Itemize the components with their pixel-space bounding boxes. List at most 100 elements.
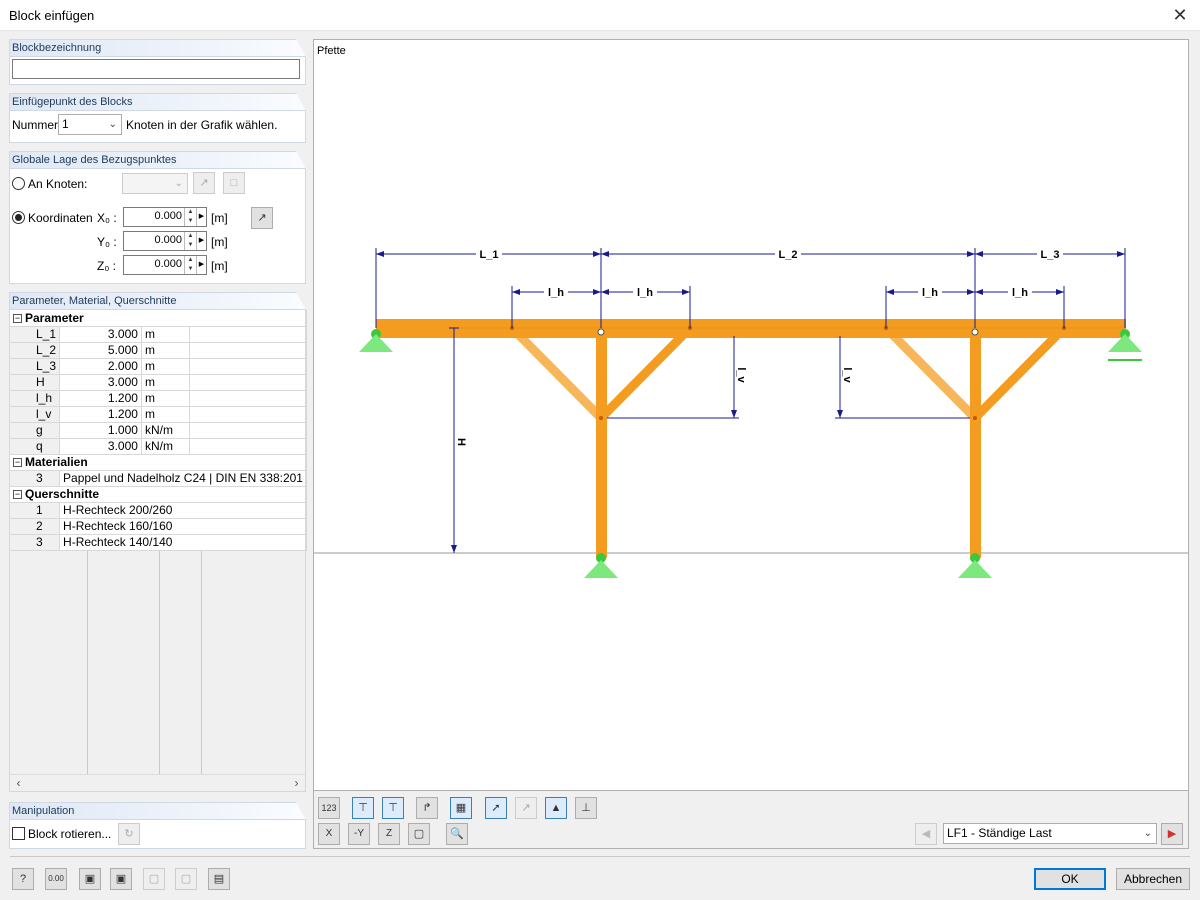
close-icon[interactable]: ✕ (1160, 0, 1200, 31)
zoom-all-icon[interactable]: 🔍 (446, 823, 468, 845)
dimension-icon[interactable]: ⊥ (575, 797, 597, 819)
param-value[interactable]: 3.000 (59, 326, 142, 343)
params-scrollbar[interactable]: ‹ › (10, 774, 305, 791)
table-row[interactable]: q 3.000 kN/m (10, 438, 307, 455)
paste-icon[interactable]: ▢ (175, 868, 197, 890)
table-row[interactable]: l_v 1.200 m (10, 406, 307, 423)
render-icon[interactable]: ▦ (450, 797, 472, 819)
pick-node-icon[interactable]: ↗ (193, 172, 215, 194)
scroll-right-icon[interactable]: › (288, 775, 305, 792)
x-input[interactable]: 0.000 ▲ ▼ ▶ (123, 207, 207, 227)
param-extra[interactable] (189, 406, 307, 423)
cancel-button[interactable]: Abbrechen (1116, 868, 1190, 890)
view-iso-icon[interactable]: ▢ (408, 823, 430, 845)
param-value[interactable]: 3.000 (59, 374, 142, 391)
param-value[interactable]: 2.000 (59, 358, 142, 375)
param-value[interactable]: 1.200 (59, 390, 142, 407)
param-value[interactable]: 3.000 (59, 438, 142, 455)
param-name[interactable]: l_v (10, 406, 61, 423)
table-row[interactable]: 2 H-Rechteck 160/160 (10, 518, 307, 535)
param-name[interactable]: L_3 (10, 358, 61, 375)
arrow-right-icon[interactable]: ▶ (196, 232, 206, 250)
view-y-icon[interactable]: -Y (348, 823, 370, 845)
y-input[interactable]: 0.000 ▲ ▼ ▶ (123, 231, 207, 251)
view-z-icon[interactable]: Z (378, 823, 400, 845)
axis-icon[interactable]: ↱ (416, 797, 438, 819)
table-row[interactable]: 3 H-Rechteck 140/140 (10, 534, 307, 551)
load-icon[interactable]: ↗ (515, 797, 537, 819)
param-extra[interactable] (189, 342, 307, 359)
param-unit[interactable]: kN/m (141, 438, 190, 455)
nummer-select[interactable]: 1 ⌄ (58, 114, 122, 135)
param-unit[interactable]: m (141, 406, 190, 423)
param-name[interactable]: q (10, 438, 61, 455)
section-parameter[interactable]: − Parameter (10, 310, 307, 327)
param-value[interactable]: 1.000 (59, 422, 142, 439)
table-row[interactable]: L_1 3.000 m (10, 326, 307, 343)
pick-point-icon[interactable]: ↗ (251, 207, 273, 229)
select-node-icon[interactable]: □ (223, 172, 245, 194)
section-no[interactable]: 3 (10, 534, 61, 551)
ok-button[interactable]: OK (1034, 868, 1106, 890)
param-extra[interactable] (189, 390, 307, 407)
section-no[interactable]: 1 (10, 502, 61, 519)
table-row[interactable]: 1 H-Rechteck 200/260 (10, 502, 307, 519)
param-extra[interactable] (189, 374, 307, 391)
koordinaten-radio[interactable] (12, 211, 25, 224)
scroll-left-icon[interactable]: ‹ (10, 775, 27, 792)
view-x-icon[interactable]: X (318, 823, 340, 845)
line-icon[interactable]: ➚ (485, 797, 507, 819)
section-no[interactable]: 2 (10, 518, 61, 535)
next-loadcase-icon[interactable]: ▶ (1161, 823, 1183, 845)
material-no[interactable]: 3 (10, 470, 61, 487)
param-name[interactable]: H (10, 374, 61, 391)
table-row[interactable]: H 3.000 m (10, 374, 307, 391)
param-extra[interactable] (189, 358, 307, 375)
collapse-icon[interactable]: − (13, 490, 22, 500)
param-unit[interactable]: m (141, 390, 190, 407)
support-icon[interactable]: ▲ (545, 797, 567, 819)
table-row[interactable]: 3 Pappel und Nadelholz C24 | DIN EN 338:2… (10, 470, 307, 487)
material-text[interactable]: Pappel und Nadelholz C24 | DIN EN 338:20… (59, 470, 307, 487)
rotate-settings-icon[interactable]: ↻ (118, 823, 140, 845)
param-unit[interactable]: m (141, 342, 190, 359)
section-text[interactable]: H-Rechteck 140/140 (59, 534, 307, 551)
rotate-checkbox[interactable] (12, 827, 25, 840)
param-unit[interactable]: kN/m (141, 422, 190, 439)
param-name[interactable]: g (10, 422, 61, 439)
collapse-icon[interactable]: − (13, 314, 22, 324)
param-value[interactable]: 5.000 (59, 342, 142, 359)
param-extra[interactable] (189, 326, 307, 343)
param-name[interactable]: L_1 (10, 326, 61, 343)
blockname-input[interactable] (12, 59, 300, 79)
param-value[interactable]: 1.200 (59, 406, 142, 423)
knoten-select[interactable]: ⌄ (122, 173, 188, 194)
section-querschnitte[interactable]: − Querschnitte (10, 486, 307, 503)
table-row[interactable]: L_2 5.000 m (10, 342, 307, 359)
section-text[interactable]: H-Rechteck 200/260 (59, 502, 307, 519)
section-materialien[interactable]: − Materialien (10, 454, 307, 471)
param-unit[interactable]: m (141, 326, 190, 343)
an-knoten-radio[interactable] (12, 177, 25, 190)
units-icon[interactable]: 0.00 (45, 868, 67, 890)
spin-icon[interactable]: ▲ ▼ (184, 256, 196, 274)
table-row[interactable]: l_h 1.200 m (10, 390, 307, 407)
member-icon[interactable]: ⊤ (352, 797, 374, 819)
load-block-icon[interactable]: ▣ (79, 868, 101, 890)
numbering-icon[interactable]: 123 (318, 797, 340, 819)
param-name[interactable]: L_2 (10, 342, 61, 359)
graphic-view[interactable]: Pfette L_1 L_2 L_3 l_h l_h l_h l_h l_v l… (313, 39, 1189, 791)
preview-icon[interactable]: ▤ (208, 868, 230, 890)
param-unit[interactable]: m (141, 358, 190, 375)
section-text[interactable]: H-Rechteck 160/160 (59, 518, 307, 535)
copy-icon[interactable]: ▢ (143, 868, 165, 890)
spin-icon[interactable]: ▲ ▼ (184, 232, 196, 250)
table-row[interactable]: g 1.000 kN/m (10, 422, 307, 439)
collapse-icon[interactable]: − (13, 458, 22, 468)
arrow-right-icon[interactable]: ▶ (196, 208, 206, 226)
z-input[interactable]: 0.000 ▲ ▼ ▶ (123, 255, 207, 275)
arrow-right-icon[interactable]: ▶ (196, 256, 206, 274)
member-description-icon[interactable]: ⊤ (382, 797, 404, 819)
param-extra[interactable] (189, 438, 307, 455)
save-block-icon[interactable]: ▣ (110, 868, 132, 890)
